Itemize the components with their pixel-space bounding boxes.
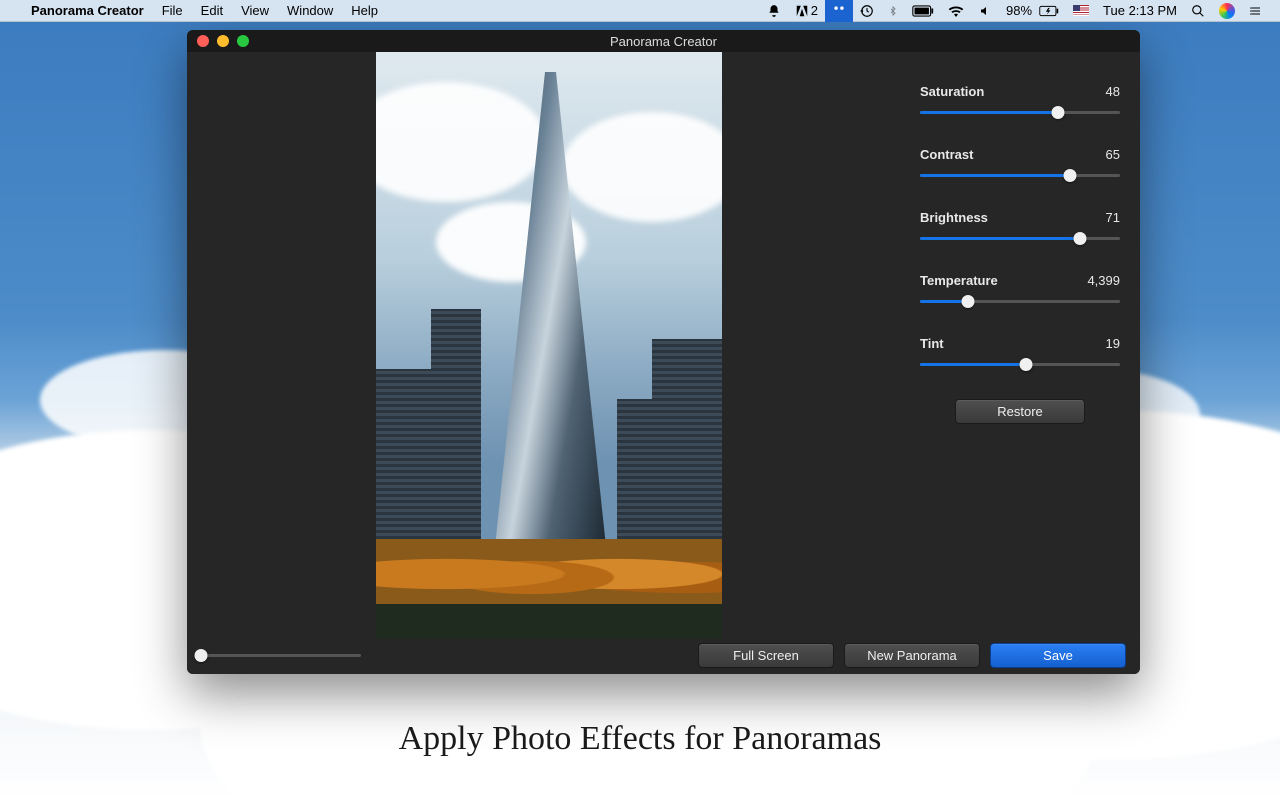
battery-percent: 98%: [999, 0, 1039, 22]
window-footer: Full Screen New Panorama Save: [187, 640, 1140, 674]
battery-charge-icon: [1039, 0, 1066, 22]
timemachine-icon[interactable]: [853, 0, 881, 22]
control-tint: Tint 19: [920, 336, 1120, 371]
menu-window[interactable]: Window: [278, 3, 342, 18]
saturation-slider[interactable]: [920, 105, 1120, 119]
image-canvas-area[interactable]: [187, 52, 910, 640]
window-close-button[interactable]: [197, 35, 209, 47]
adobe-cc-icon[interactable]: [788, 0, 811, 22]
contrast-label: Contrast: [920, 147, 973, 162]
notifications-icon[interactable]: [760, 0, 788, 22]
window-titlebar[interactable]: Panorama Creator: [187, 30, 1140, 52]
image-preview: [376, 52, 722, 639]
temperature-label: Temperature: [920, 273, 998, 288]
control-temperature: Temperature 4,399: [920, 273, 1120, 308]
snip-tool-icon[interactable]: [825, 0, 853, 22]
tint-value: 19: [1106, 336, 1120, 351]
tint-slider[interactable]: [920, 357, 1120, 371]
saturation-label: Saturation: [920, 84, 984, 99]
input-source-icon[interactable]: [1066, 0, 1096, 22]
spotlight-icon[interactable]: [1184, 0, 1212, 22]
menu-edit[interactable]: Edit: [192, 3, 232, 18]
bluetooth-icon[interactable]: [881, 0, 905, 22]
siri-icon[interactable]: [1212, 0, 1242, 22]
adobe-cc-badge: 2: [811, 0, 825, 22]
menu-file[interactable]: File: [153, 3, 192, 18]
saturation-value: 48: [1106, 84, 1120, 99]
app-menu[interactable]: Panorama Creator: [22, 3, 153, 18]
adjustments-panel: Saturation 48 Contrast 65: [910, 52, 1140, 640]
new-panorama-button[interactable]: New Panorama: [844, 643, 980, 668]
temperature-value: 4,399: [1087, 273, 1120, 288]
brightness-slider[interactable]: [920, 231, 1120, 245]
fullscreen-button[interactable]: Full Screen: [698, 643, 834, 668]
menu-view[interactable]: View: [232, 3, 278, 18]
zoom-slider[interactable]: [201, 648, 361, 662]
promo-caption: Apply Photo Effects for Panoramas: [0, 720, 1280, 758]
volume-icon[interactable]: [971, 0, 999, 22]
save-button[interactable]: Save: [990, 643, 1126, 668]
macos-menubar: Panorama Creator File Edit View Window H…: [0, 0, 1280, 22]
tint-label: Tint: [920, 336, 944, 351]
brightness-value: 71: [1106, 210, 1120, 225]
temperature-slider[interactable]: [920, 294, 1120, 308]
window-minimize-button[interactable]: [217, 35, 229, 47]
window-title: Panorama Creator: [187, 34, 1140, 49]
restore-button[interactable]: Restore: [955, 399, 1085, 424]
control-brightness: Brightness 71: [920, 210, 1120, 245]
notification-center-icon[interactable]: [1242, 0, 1270, 22]
battery-icon[interactable]: [905, 0, 941, 22]
wifi-icon[interactable]: [941, 0, 971, 22]
clock[interactable]: Tue 2:13 PM: [1096, 0, 1184, 22]
control-contrast: Contrast 65: [920, 147, 1120, 182]
app-window: Panorama Creator Saturation: [187, 30, 1140, 674]
menu-help[interactable]: Help: [342, 3, 387, 18]
control-saturation: Saturation 48: [920, 84, 1120, 119]
window-zoom-button[interactable]: [237, 35, 249, 47]
contrast-value: 65: [1106, 147, 1120, 162]
contrast-slider[interactable]: [920, 168, 1120, 182]
brightness-label: Brightness: [920, 210, 988, 225]
